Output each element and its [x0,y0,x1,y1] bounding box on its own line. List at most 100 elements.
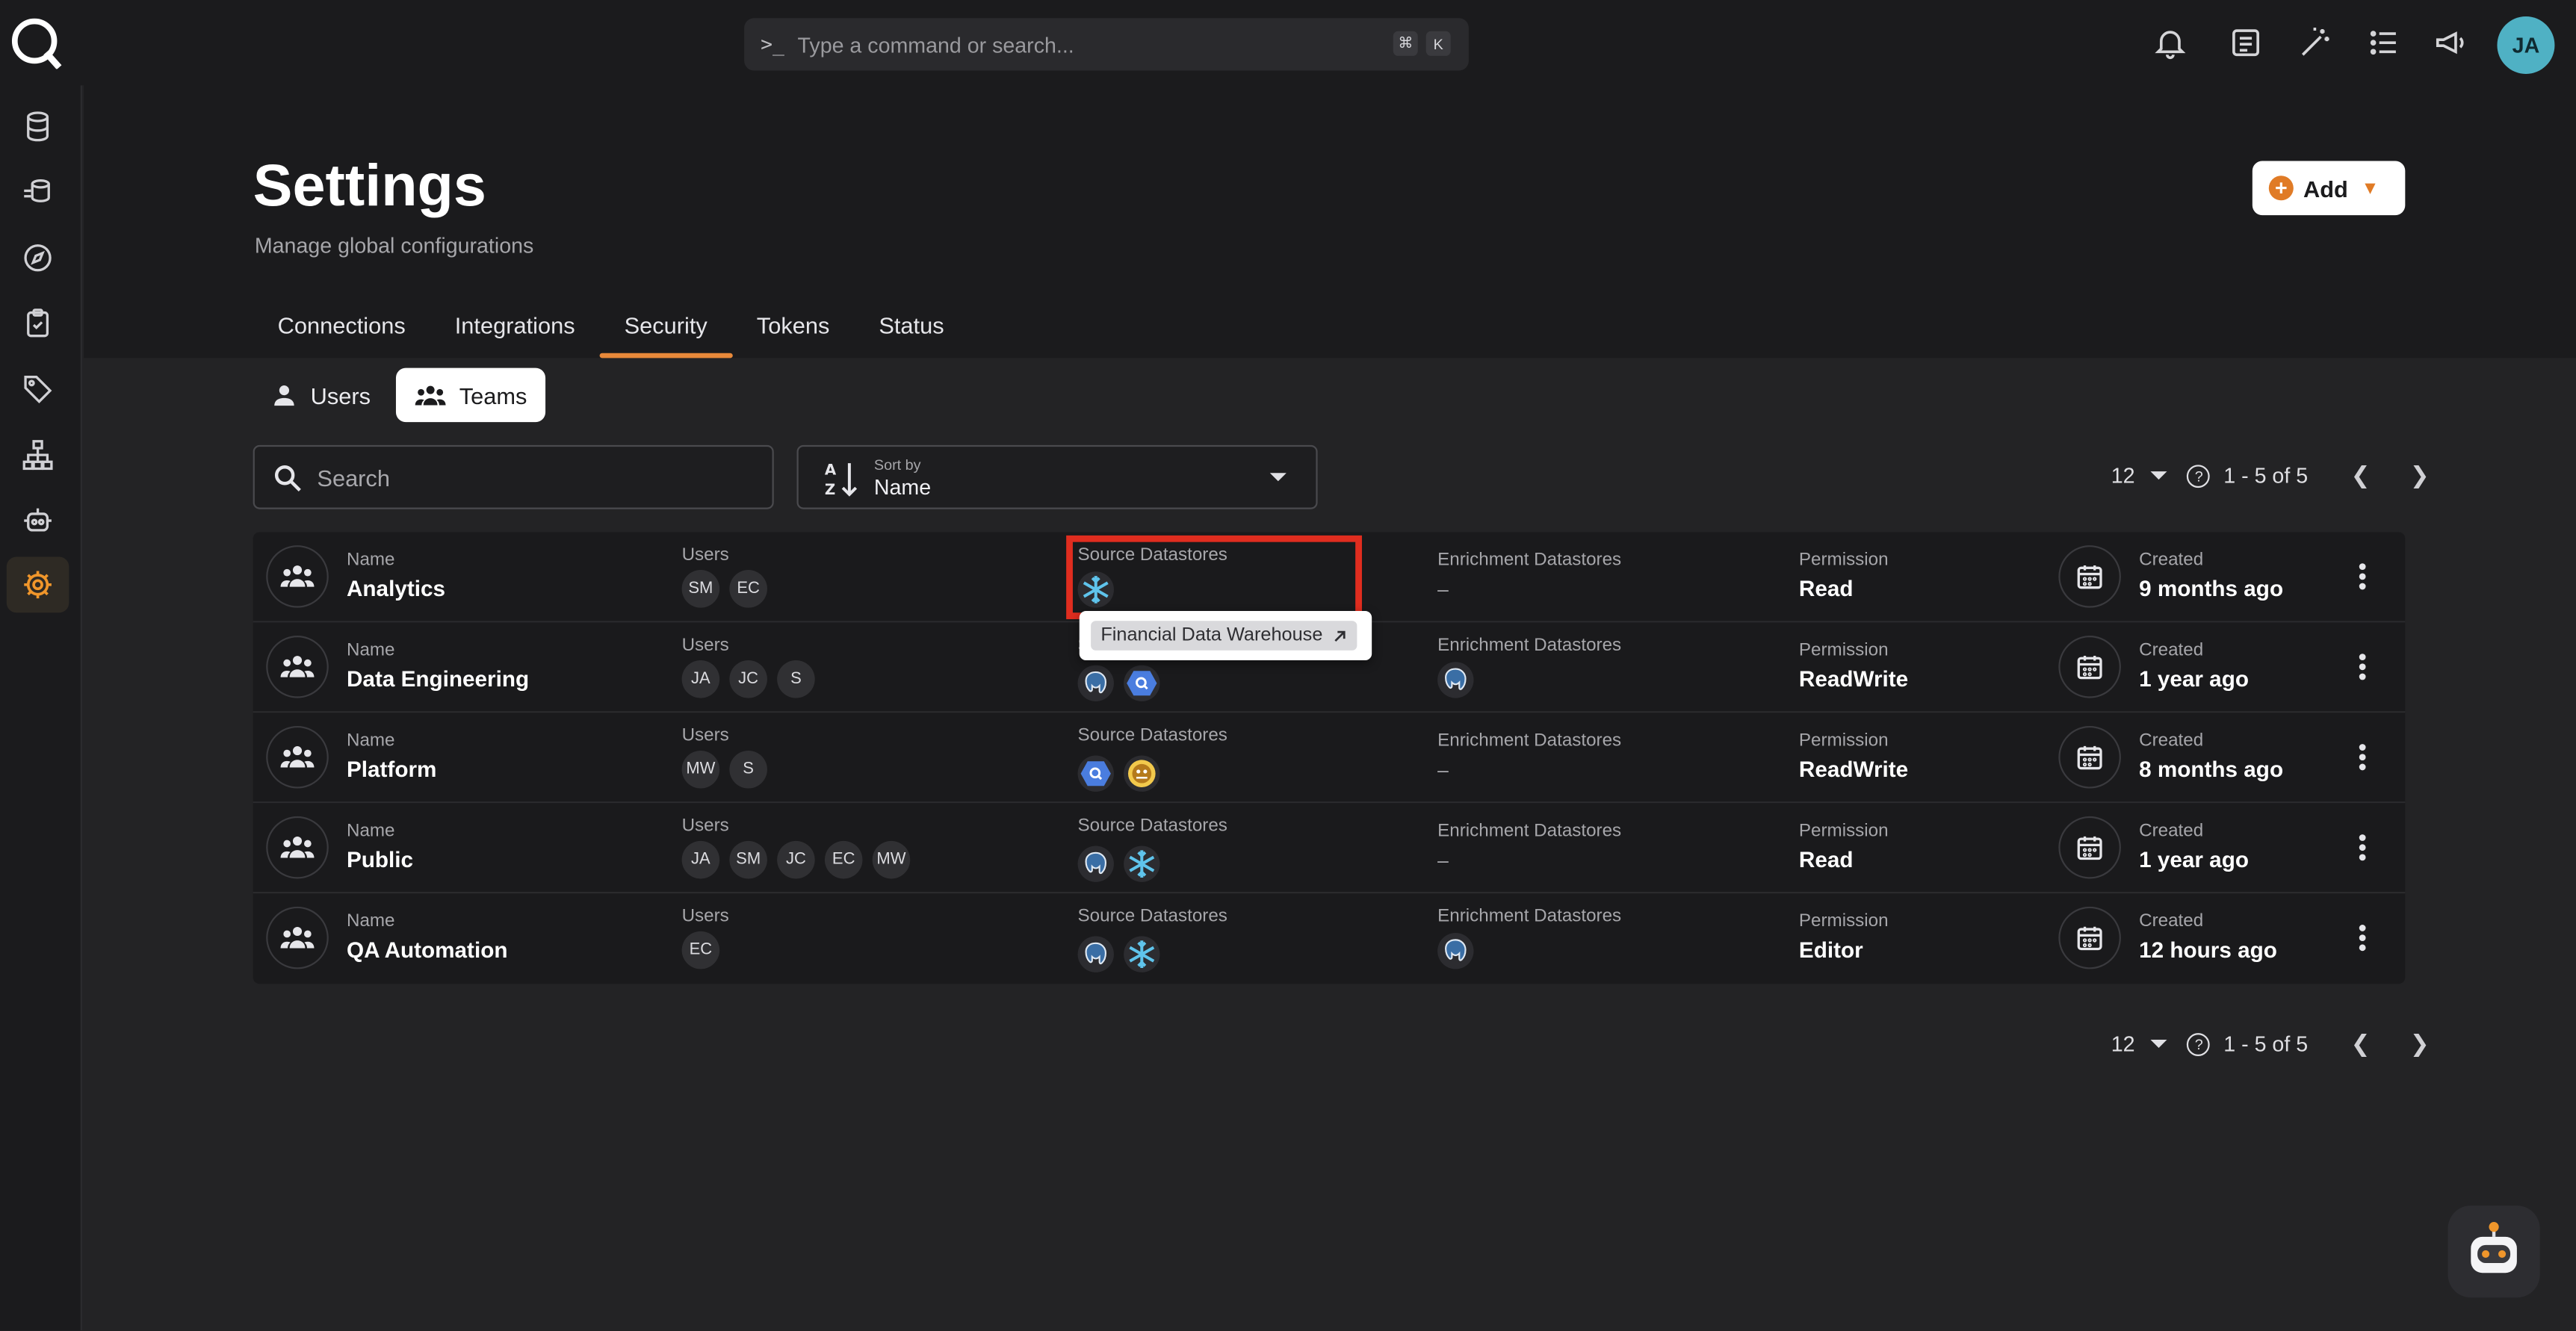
user-avatar-chip[interactable]: EC [729,570,767,608]
user-avatar-chip[interactable]: JC [777,840,815,879]
team-row[interactable]: Name QA Automation Users EC Source Datastore… [253,893,2406,984]
next-page-icon[interactable]: ❯ [2400,462,2439,489]
add-button[interactable]: + Add ▼ [2252,161,2406,216]
user-avatar-chip[interactable]: SM [681,570,720,608]
terminal-prompt-icon: >_ [761,32,784,56]
user-avatar-chip[interactable]: MW [681,750,720,789]
postgres-datastore-icon[interactable] [1077,936,1114,972]
subtab-teams[interactable]: Teams [394,367,545,423]
tab-status[interactable]: Status [854,296,968,359]
snowflake-datastore-icon[interactable] [1124,936,1160,972]
per-page-dropdown-icon[interactable] [2151,1039,2168,1048]
datastore-link[interactable]: Financial Data Warehouse [1091,621,1357,651]
help-icon[interactable]: ? [2187,1032,2211,1055]
permission-value: Read [1798,576,1854,601]
database-icon[interactable] [7,99,69,155]
calendar-icon [2058,906,2121,969]
more-options-icon[interactable] [2350,737,2376,777]
created-value: 9 months ago [2139,576,2284,601]
prev-page-icon[interactable]: ❮ [2341,462,2380,489]
team-name[interactable]: Data Engineering [347,667,529,692]
user-avatar-chip[interactable]: S [777,660,815,698]
page-title: Settings [253,151,486,219]
user-avatar-chip[interactable]: MW [872,840,911,879]
permission-value: ReadWrite [1798,757,1909,782]
source-datastores [1077,755,1160,792]
team-name[interactable]: Analytics [347,577,445,601]
no-enrichment-text: – [1437,578,1449,601]
document-icon[interactable] [2228,25,2264,60]
hive-datastore-icon[interactable] [1124,755,1160,792]
page-subtitle: Manage global configurations [254,233,534,258]
user-avatar-chip[interactable]: SM [729,840,767,879]
bell-icon[interactable] [2152,25,2188,60]
more-options-icon[interactable] [2350,647,2376,686]
command-search-bar[interactable]: >_ Type a command or search... ⌘ K [744,18,1469,71]
magic-wand-icon[interactable] [2297,25,2332,60]
bigquery-datastore-icon[interactable] [1077,755,1114,792]
search-input[interactable]: Search [253,444,774,509]
user-avatar-chip[interactable]: EC [681,931,720,969]
user-avatar-chip[interactable]: JC [729,660,767,698]
per-page-dropdown-icon[interactable] [2151,471,2168,480]
user-avatar-chip[interactable]: JA [681,840,720,879]
hierarchy-icon[interactable] [7,427,69,483]
help-icon[interactable]: ? [2187,464,2211,488]
tag-icon[interactable] [7,362,69,418]
team-name[interactable]: Platform [347,757,436,782]
datastore-flow-icon[interactable] [7,164,69,220]
checklist-icon[interactable] [7,296,69,352]
team-name[interactable]: Public [347,848,413,872]
settings-gear-icon[interactable] [6,556,69,613]
postgres-datastore-icon[interactable] [1077,846,1114,882]
tab-security[interactable]: Security [599,296,732,359]
top-bar: >_ Type a command or search... ⌘ K JA [0,0,2576,86]
created-label: Created [2139,911,2204,931]
team-name[interactable]: QA Automation [347,938,508,963]
dropdown-arrow-icon [1269,473,1287,482]
more-options-icon[interactable] [2350,828,2376,867]
megaphone-icon[interactable] [2433,25,2469,60]
list-icon[interactable] [2366,25,2402,60]
plus-icon: + [2268,176,2294,201]
assistant-bot-button[interactable] [2447,1206,2540,1298]
user-avatar[interactable]: JA [2497,16,2555,74]
created-label: Created [2139,640,2204,660]
source-datastores [1077,571,1114,608]
sort-by-select[interactable]: A Z Sort by Name [796,444,1318,509]
postgres-datastore-icon[interactable] [1437,933,1474,969]
subtab-users[interactable]: Users [253,368,389,423]
per-page-value[interactable]: 12 [2111,1031,2135,1056]
app-logo[interactable] [10,16,62,70]
user-avatar-chip[interactable]: S [729,750,767,789]
pagination-top: 12 ? 1 - 5 of 5 ❮ ❯ [2111,462,2439,489]
postgres-datastore-icon[interactable] [1077,665,1114,701]
team-row[interactable]: Name Analytics Users SM EC Source Datastores E… [253,532,2406,623]
users-label: Users [681,906,729,927]
user-chips: JA JC S [681,660,815,698]
team-icon [266,545,329,608]
team-row[interactable]: Name Public Users JA SM JC EC MW Source Datastor… [253,803,2406,894]
user-avatar-chip[interactable]: EC [824,840,863,879]
more-options-icon[interactable] [2350,918,2376,958]
robot-icon[interactable] [7,493,69,549]
user-avatar-chip[interactable]: JA [681,660,720,698]
snowflake-datastore-icon[interactable] [1124,846,1160,882]
name-label: Name [346,550,395,571]
shortcut-k-key: K [1425,31,1451,56]
more-options-icon[interactable] [2350,556,2376,596]
tab-connections[interactable]: Connections [253,296,430,359]
permission-value: ReadWrite [1798,666,1909,692]
prev-page-icon[interactable]: ❮ [2341,1030,2380,1058]
tab-integrations[interactable]: Integrations [430,296,600,359]
postgres-datastore-icon[interactable] [1437,662,1474,698]
bigquery-datastore-icon[interactable] [1124,665,1160,701]
per-page-value[interactable]: 12 [2111,463,2135,488]
permission-label: Permission [1798,550,1889,571]
teams-table: Name Analytics Users SM EC Source Datastores E… [253,532,2406,984]
compass-icon[interactable] [7,230,69,286]
team-row[interactable]: Name Platform Users MW S Source Datastores Enr… [253,713,2406,804]
tab-tokens[interactable]: Tokens [732,296,855,359]
snowflake-datastore-icon[interactable] [1077,571,1114,608]
next-page-icon[interactable]: ❯ [2400,1030,2439,1058]
